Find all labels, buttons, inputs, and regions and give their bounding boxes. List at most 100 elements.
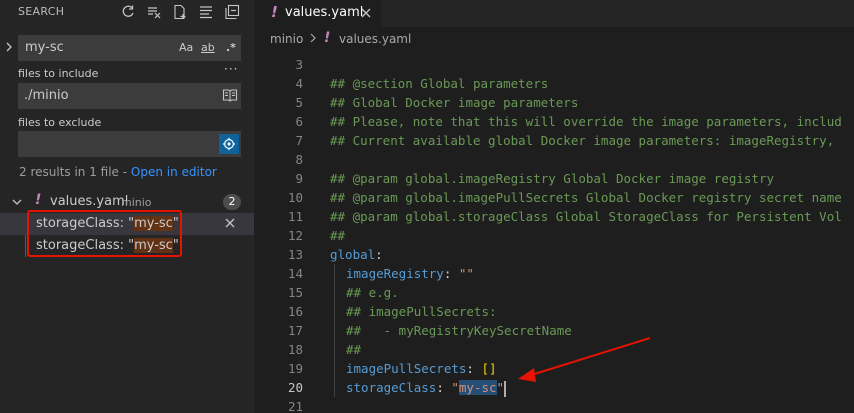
results-summary: 2 results in 1 file - Open in editor bbox=[19, 165, 217, 179]
files-to-exclude-label: files to exclude bbox=[18, 116, 102, 129]
line-number: 3 bbox=[295, 57, 303, 72]
tab-label: values.yaml bbox=[285, 5, 364, 20]
code-line: 12 ## bbox=[255, 226, 854, 245]
line-number: 6 bbox=[295, 114, 303, 129]
line-number: 17 bbox=[287, 323, 303, 338]
code-text: ## @section Global parameters bbox=[330, 74, 548, 93]
code-text: ## Current available global Docker image… bbox=[330, 131, 842, 150]
new-search-editor-icon[interactable] bbox=[170, 2, 190, 22]
toggle-replace-chevron-icon[interactable] bbox=[4, 40, 14, 54]
sidebar-title: SEARCH bbox=[18, 5, 65, 18]
key-token: storageClass bbox=[346, 380, 437, 395]
line-number: 4 bbox=[295, 76, 303, 91]
code-line: 6 ## Please, note that this will override… bbox=[255, 112, 854, 131]
code-text: ## Please, note that this will override … bbox=[330, 112, 842, 131]
result-file-row[interactable]: ! values.yaml minio 2 bbox=[0, 191, 254, 213]
search-sidebar: SEARCH my-sc Aa ab .* ··· files to inclu… bbox=[0, 0, 254, 413]
code-line: 10 ## @param global.imagePullSecrets Glob… bbox=[255, 188, 854, 207]
match-whole-word-toggle[interactable]: ab bbox=[201, 39, 215, 57]
collapse-all-icon[interactable] bbox=[222, 2, 242, 22]
comment-token: ## imagePullSecrets: bbox=[346, 304, 497, 319]
match-case-toggle[interactable]: Aa bbox=[179, 39, 193, 57]
code-line: 5 ## Global Docker image parameters bbox=[255, 93, 854, 112]
tab-values-yaml[interactable]: ! values.yaml bbox=[255, 0, 381, 27]
toggle-search-details-icon[interactable]: ··· bbox=[224, 62, 238, 76]
code-text: ## @param global.imagePullSecrets Global… bbox=[330, 188, 842, 207]
yaml-file-icon: ! bbox=[324, 30, 331, 46]
files-to-include-value: ./minio bbox=[24, 88, 69, 103]
annotation-arrow-icon bbox=[518, 337, 651, 382]
punctuation-token: : bbox=[436, 380, 452, 395]
code-line: 15 ## e.g. bbox=[255, 283, 854, 302]
line-number: 10 bbox=[287, 190, 303, 205]
key-token: global bbox=[330, 247, 376, 262]
code-line: 21 bbox=[255, 397, 854, 413]
dismiss-result-close-icon[interactable] bbox=[222, 215, 238, 235]
search-only-open-editors-icon[interactable] bbox=[222, 87, 238, 107]
files-to-include-input[interactable]: ./minio bbox=[18, 83, 241, 109]
string-token: "" bbox=[458, 266, 474, 281]
result-match-text: storageClass: "my-sc" bbox=[36, 216, 179, 231]
line-number: 20 bbox=[287, 380, 303, 395]
string-token: " bbox=[451, 380, 459, 395]
line-number: 18 bbox=[287, 342, 303, 357]
code-text: ## @param global.storageClass Global Sto… bbox=[330, 207, 842, 226]
sidebar-header: SEARCH bbox=[0, 0, 254, 24]
code-text: ## bbox=[330, 226, 345, 245]
code-line: 9 ## @param global.imageRegistry Global D… bbox=[255, 169, 854, 188]
result-file-dir: minio bbox=[121, 196, 152, 209]
comment-token: ## Please, note that this will override … bbox=[330, 114, 842, 129]
result-match-text: storageClass: "my-sc" bbox=[36, 238, 179, 253]
code-text: ## bbox=[346, 340, 361, 359]
result-file-name: values.yaml bbox=[50, 194, 129, 209]
result-match-row[interactable]: storageClass: "my-sc" bbox=[0, 213, 254, 235]
line-number: 7 bbox=[295, 133, 303, 148]
comment-token: ## @param global.storageClass Global Sto… bbox=[330, 209, 842, 224]
match-highlight: my-sc bbox=[134, 238, 173, 253]
comment-token: ## @section Global parameters bbox=[330, 76, 549, 91]
yaml-file-icon: ! bbox=[35, 192, 42, 208]
key-token: imagePullSecrets bbox=[346, 361, 467, 376]
code-line: 13 global: bbox=[255, 245, 854, 264]
line-number: 11 bbox=[287, 209, 303, 224]
code-line: 16 ## imagePullSecrets: bbox=[255, 302, 854, 321]
refresh-icon[interactable] bbox=[118, 2, 138, 22]
comment-token: ## bbox=[346, 342, 362, 357]
line-number: 15 bbox=[287, 285, 303, 300]
line-number: 9 bbox=[295, 171, 303, 186]
breadcrumb-file[interactable]: values.yaml bbox=[339, 32, 411, 46]
comment-token: ## Current available global Docker image… bbox=[330, 133, 842, 148]
editor-tab-bar: ! values.yaml bbox=[255, 0, 854, 27]
code-text: global: bbox=[330, 245, 383, 264]
punctuation-token: : bbox=[443, 266, 459, 281]
code-text: ## @param global.imageRegistry Global Do… bbox=[330, 169, 774, 188]
clear-results-icon[interactable] bbox=[144, 2, 164, 22]
code-text: ## Global Docker image parameters bbox=[330, 93, 578, 112]
comment-token: ## @param global.imageRegistry Global Do… bbox=[330, 171, 775, 186]
chevron-down-icon[interactable] bbox=[10, 195, 24, 213]
code-line: 4 ## @section Global parameters bbox=[255, 74, 854, 93]
results-count-text: 2 results in 1 file - bbox=[19, 165, 131, 179]
chevron-right-icon bbox=[308, 31, 318, 48]
files-to-exclude-input[interactable] bbox=[18, 131, 241, 157]
use-regex-toggle[interactable]: .* bbox=[226, 39, 236, 57]
search-input-value: my-sc bbox=[25, 40, 64, 55]
result-match-row[interactable]: storageClass: "my-sc" bbox=[0, 235, 254, 257]
close-tab-icon[interactable] bbox=[358, 5, 374, 25]
use-exclude-settings-icon[interactable] bbox=[219, 134, 239, 154]
code-line: 8 bbox=[255, 150, 854, 169]
line-number: 21 bbox=[287, 399, 303, 413]
breadcrumb: minio ! values.yaml bbox=[255, 27, 854, 51]
code-text: ## e.g. bbox=[346, 283, 399, 302]
line-number: 12 bbox=[287, 228, 303, 243]
match-highlight: my-sc bbox=[134, 216, 173, 231]
view-as-tree-icon[interactable] bbox=[196, 2, 216, 22]
yaml-file-icon: ! bbox=[271, 3, 278, 21]
search-input[interactable]: my-sc Aa ab .* bbox=[18, 35, 241, 61]
open-in-editor-link[interactable]: Open in editor bbox=[131, 165, 217, 179]
code-text: ## imagePullSecrets: bbox=[346, 302, 497, 321]
line-number: 19 bbox=[287, 361, 303, 376]
line-number: 5 bbox=[295, 95, 303, 110]
breadcrumb-folder[interactable]: minio bbox=[270, 32, 303, 46]
selected-match-token: my-sc bbox=[458, 380, 497, 395]
